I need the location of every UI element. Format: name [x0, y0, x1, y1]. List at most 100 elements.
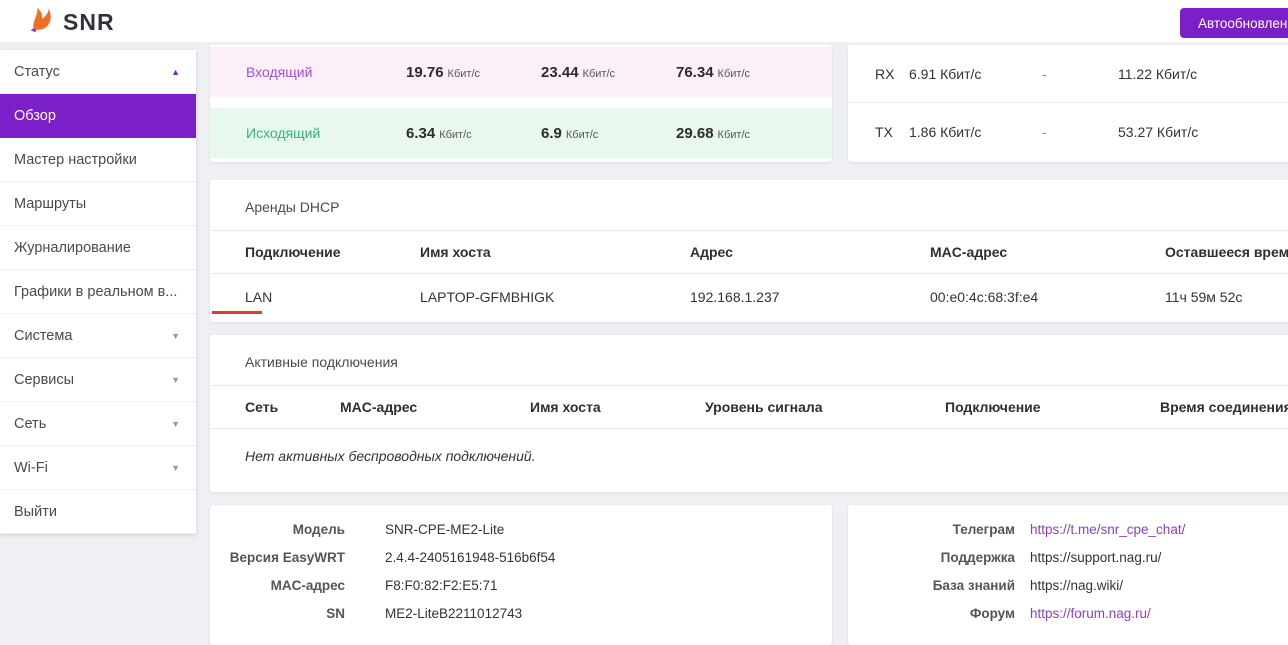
- sidebar-item-wifi[interactable]: Wi-Fi ▼: [0, 446, 196, 490]
- column-header: MAC-адрес: [340, 399, 530, 415]
- device-info-row: SN ME2-LiteB2211012743: [210, 599, 832, 627]
- traffic-value: 6.34Кбит/с: [406, 125, 541, 142]
- tx-value-2: 53.27 Кбит/с: [1118, 124, 1198, 140]
- column-header: Подключение: [945, 399, 1160, 415]
- traffic-number: 19.76: [406, 64, 444, 81]
- sidebar-item-logout[interactable]: Выйти: [0, 490, 196, 534]
- device-info-card: Модель SNR-CPE-ME2-Lite Версия EasyWRT 2…: [210, 505, 832, 645]
- sidebar-item-realtime-graphs[interactable]: Графики в реальном в...: [0, 270, 196, 314]
- connections-card-title: Активные подключения: [210, 335, 1288, 385]
- sidebar-item-label: Мастер настройки: [14, 152, 137, 168]
- sidebar-item-label: Система: [14, 328, 72, 344]
- device-mac-label: MAC-адрес: [210, 578, 345, 593]
- sidebar-item-network[interactable]: Сеть ▼: [0, 402, 196, 446]
- device-info-row: Модель SNR-CPE-ME2-Lite: [210, 515, 832, 543]
- traffic-value: 23.44 Кбит/с: [541, 64, 676, 81]
- traffic-number: 23.44: [541, 64, 579, 81]
- support-link-row: База знаний https://nag.wiki/: [848, 571, 1288, 599]
- traffic-unit: Кбит/с: [448, 68, 480, 80]
- traffic-row-outgoing: Исходящий 6.34Кбит/с 6.9 Кбит/с 29.68 Кбит…: [210, 108, 832, 158]
- traffic-outgoing-label: Исходящий: [210, 125, 406, 141]
- knowledge-base-link[interactable]: https://nag.wiki/: [1030, 578, 1123, 593]
- support-label: Поддержка: [848, 550, 1015, 565]
- traffic-number: 6.9: [541, 125, 562, 142]
- column-header: Сеть: [245, 399, 340, 415]
- device-model-value: SNR-CPE-ME2-Lite: [385, 522, 504, 537]
- rx-tx-card: RX 6.91 Кбит/с - 11.22 Кбит/с TX 1.86 Кб…: [848, 45, 1288, 162]
- firmware-version-label: Версия EasyWRT: [210, 550, 345, 565]
- support-link[interactable]: https://support.nag.ru/: [1030, 550, 1161, 565]
- snr-logo-icon: [26, 5, 56, 40]
- traffic-unit: Кбит/с: [718, 129, 750, 141]
- traffic-unit: Кбит/с: [583, 68, 615, 80]
- traffic-number: 76.34: [676, 64, 714, 81]
- sidebar-item-label: Графики в реальном в...: [14, 284, 177, 300]
- snr-logo: SNR: [26, 5, 115, 40]
- traffic-summary-card: Входящий 19.76Кбит/с 23.44Кбит/с 76.34Кб…: [210, 45, 832, 162]
- sidebar-item-label: Обзор: [14, 108, 56, 124]
- rx-dash: -: [1042, 66, 1118, 82]
- column-header: Время соединения: [1160, 399, 1288, 415]
- traffic-row-incoming: Входящий 19.76Кбит/с 23.44Кбит/с 76.34Кб…: [210, 47, 832, 97]
- tx-row: TX 1.86 Кбит/с - 53.27 Кбит/с: [848, 102, 1288, 160]
- column-header: MAC-адрес: [930, 244, 1165, 260]
- dhcp-time-left-cell: 11ч 59м 52с: [1165, 289, 1288, 305]
- sidebar-item-label: Сеть: [14, 416, 46, 432]
- rx-label: RX: [875, 66, 909, 82]
- device-info-row: Версия EasyWRT 2.4.4-2405161948-516b6f54: [210, 543, 832, 571]
- sidebar-item-label: Сервисы: [14, 372, 74, 388]
- chevron-down-icon: ▼: [171, 331, 180, 341]
- column-header: Имя хоста: [530, 399, 705, 415]
- column-header: Адрес: [690, 244, 930, 260]
- column-header: Уровень сигнала: [705, 399, 945, 415]
- sidebar-item-services[interactable]: Сервисы ▼: [0, 358, 196, 402]
- lan-red-underline: [212, 311, 262, 314]
- traffic-value: 6.9 Кбит/с: [541, 125, 676, 142]
- dhcp-leases-card: Аренды DHCP Подключение Имя хоста Адрес …: [210, 180, 1288, 322]
- forum-link[interactable]: https://forum.nag.ru/: [1030, 606, 1151, 621]
- sidebar-item-status[interactable]: Статус ▲: [0, 50, 196, 94]
- support-link-row: Форум https://forum.nag.ru/: [848, 599, 1288, 627]
- sidebar-nav: Статус ▲ Обзор Мастер настройки Маршруты…: [0, 50, 196, 534]
- rx-row: RX 6.91 Кбит/с - 11.22 Кбит/с: [848, 45, 1288, 102]
- auto-refresh-button[interactable]: Автообновление в: [1180, 8, 1288, 38]
- no-connections-message: Нет активных беспроводных подключений.: [210, 429, 1288, 483]
- device-info-row: MAC-адрес F8:F0:82:F2:E5:71: [210, 571, 832, 599]
- device-mac-value: F8:F0:82:F2:E5:71: [385, 578, 498, 593]
- sidebar-item-overview[interactable]: Обзор: [0, 94, 196, 138]
- chevron-down-icon: ▼: [171, 463, 180, 473]
- chevron-down-icon: ▼: [171, 419, 180, 429]
- support-link-row: Поддержка https://support.nag.ru/: [848, 543, 1288, 571]
- chevron-down-icon: ▼: [171, 375, 180, 385]
- firmware-version-value: 2.4.4-2405161948-516b6f54: [385, 550, 555, 565]
- rx-value-1: 6.91 Кбит/с: [909, 66, 1042, 82]
- dhcp-table-header: Подключение Имя хоста Адрес MAC-адрес Ос…: [210, 230, 1288, 274]
- traffic-number: 29.68: [676, 125, 714, 142]
- dhcp-table-row: LAN LAPTOP-GFMBHIGK 192.168.1.237 00:e0:…: [210, 274, 1288, 319]
- traffic-unit: Кбит/с: [566, 129, 598, 141]
- support-link-row: Телеграм https://t.me/snr_cpe_chat/: [848, 515, 1288, 543]
- dhcp-card-title: Аренды DHCP: [210, 180, 1288, 230]
- sidebar-item-label: Журналирование: [14, 240, 131, 256]
- sidebar-item-label: Выйти: [14, 504, 57, 520]
- sidebar-item-routes[interactable]: Маршруты: [0, 182, 196, 226]
- rx-value-2: 11.22 Кбит/с: [1118, 66, 1197, 82]
- traffic-value: 19.76 Кбит/с: [406, 64, 541, 81]
- sidebar-item-label: Маршруты: [14, 196, 86, 212]
- sidebar-item-system[interactable]: Система ▼: [0, 314, 196, 358]
- support-links-card: Телеграм https://t.me/snr_cpe_chat/ Подд…: [848, 505, 1288, 645]
- dhcp-connection-cell[interactable]: LAN: [245, 289, 420, 305]
- traffic-unit: Кбит/с: [439, 129, 471, 141]
- logo-text: SNR: [63, 9, 115, 36]
- column-header: Оставшееся время: [1165, 244, 1288, 260]
- active-connections-card: Активные подключения Сеть MAC-адрес Имя …: [210, 335, 1288, 492]
- telegram-link[interactable]: https://t.me/snr_cpe_chat/: [1030, 522, 1185, 537]
- traffic-unit: Кбит/с: [718, 68, 750, 80]
- sidebar-item-setup-wizard[interactable]: Мастер настройки: [0, 138, 196, 182]
- device-model-label: Модель: [210, 522, 345, 537]
- connections-table-header: Сеть MAC-адрес Имя хоста Уровень сигнала…: [210, 385, 1288, 429]
- dhcp-hostname-cell: LAPTOP-GFMBHIGK: [420, 289, 690, 305]
- sidebar-item-logging[interactable]: Журналирование: [0, 226, 196, 270]
- tx-value-1: 1.86 Кбит/с: [909, 124, 1042, 140]
- column-header: Подключение: [245, 244, 420, 260]
